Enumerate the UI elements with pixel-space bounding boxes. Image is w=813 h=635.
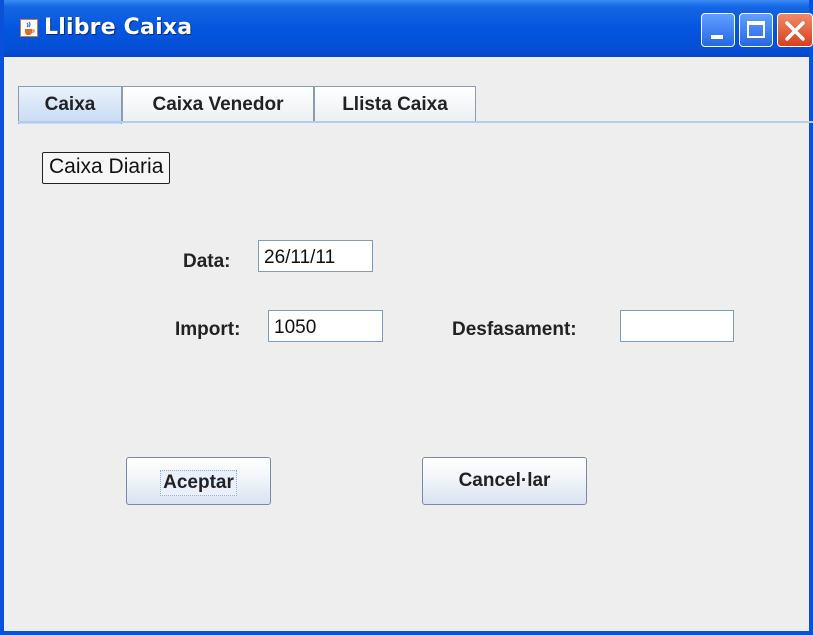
tab-label: Caixa <box>44 94 96 115</box>
java-cup-icon <box>20 19 38 37</box>
maximize-button[interactable] <box>739 13 773 47</box>
data-field[interactable] <box>258 240 373 272</box>
tab-caixa-venedor[interactable]: Caixa Venedor <box>122 86 314 122</box>
tab-divider <box>18 121 813 123</box>
import-field[interactable] <box>268 310 383 342</box>
title-bar[interactable]: Llibre Caixa <box>4 0 813 57</box>
import-label: Import: <box>175 319 241 340</box>
window-title: Llibre Caixa <box>44 15 193 40</box>
cancel-button-label: Cancel·lar <box>458 470 551 491</box>
minimize-button[interactable] <box>701 13 735 47</box>
maximize-icon <box>747 21 765 38</box>
data-label: Data: <box>183 251 231 272</box>
tab-label: Llista Caixa <box>342 94 448 115</box>
close-icon <box>785 21 805 41</box>
panel-title: Caixa Diaria <box>42 152 171 184</box>
cancel-button[interactable]: Cancel·lar <box>422 457 587 505</box>
tab-llista-caixa[interactable]: Llista Caixa <box>314 86 476 122</box>
close-button[interactable] <box>777 13 813 47</box>
tab-caixa[interactable]: Caixa <box>18 86 122 124</box>
app-window: Llibre Caixa Caixa Caixa Venedor Llista … <box>0 0 813 635</box>
accept-button[interactable]: Aceptar <box>126 457 271 505</box>
desfasament-label: Desfasament: <box>452 319 577 340</box>
desfasament-field[interactable] <box>620 310 734 342</box>
tab-label: Caixa Venedor <box>152 94 284 115</box>
minimize-icon <box>711 35 723 39</box>
accept-button-label: Aceptar <box>160 470 237 496</box>
